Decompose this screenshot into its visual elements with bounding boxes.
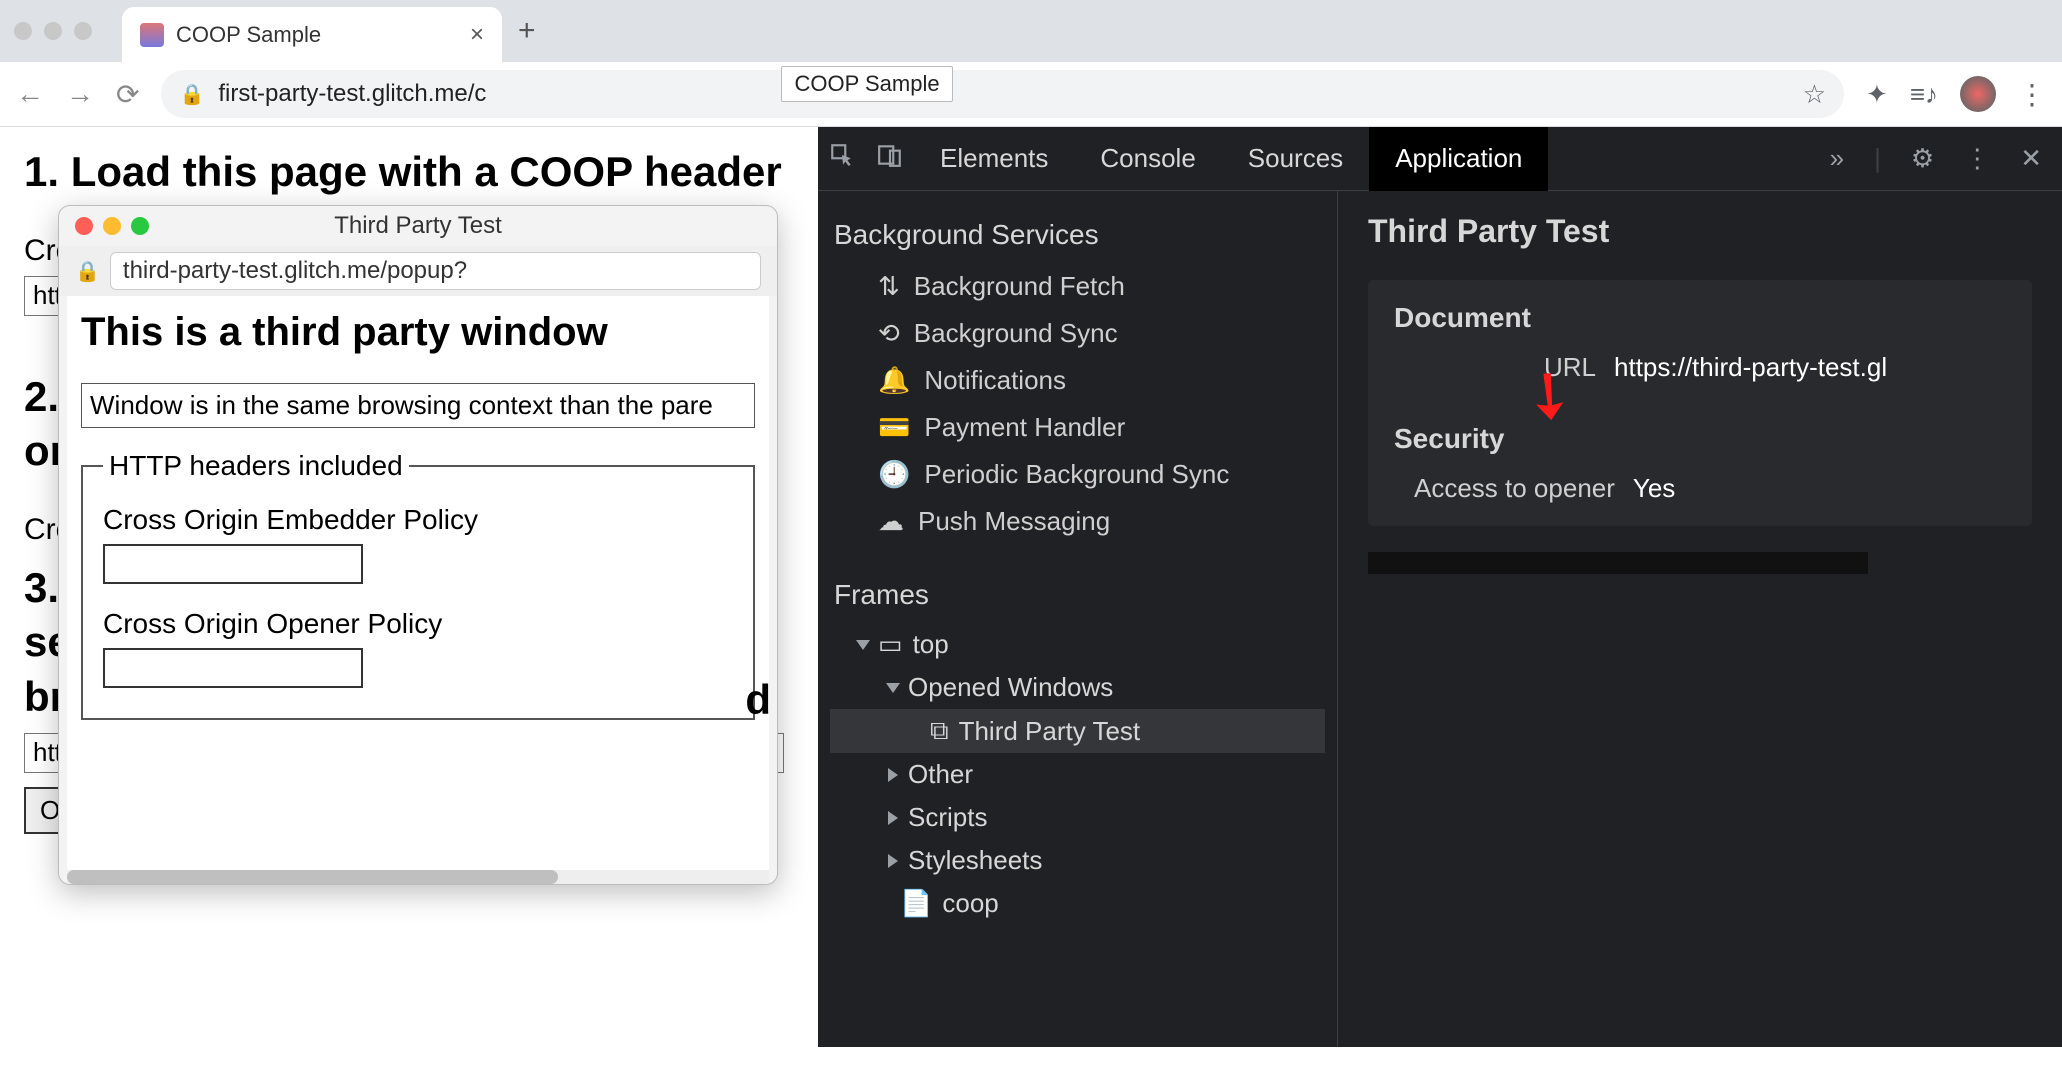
profile-avatar[interactable] (1960, 76, 1996, 112)
sidebar-item-periodic-sync[interactable]: 🕘Periodic Background Sync (830, 451, 1325, 498)
address-text: first-party-test.glitch.me/c (218, 80, 486, 108)
bell-icon: 🔔 (878, 365, 910, 396)
reading-list-icon[interactable]: ≡♪ (1910, 79, 1938, 110)
devtools-menu-icon[interactable]: ⋮ (1964, 143, 1990, 174)
coep-label: Cross Origin Embedder Policy (103, 504, 733, 536)
devtools-main: Third Party Test Document URL https://th… (1338, 191, 2062, 1047)
coop-label: Cross Origin Opener Policy (103, 608, 733, 640)
popup-status-box: Window is in the same browsing context t… (81, 383, 755, 428)
headers-fieldset: HTTP headers included Cross Origin Embed… (81, 450, 755, 720)
chevron-right-icon (888, 768, 898, 782)
page-heading-1: 1. Load this page with a COOP header (24, 145, 794, 200)
browser-tab[interactable]: COOP Sample × (122, 7, 502, 62)
favicon-icon (140, 23, 164, 47)
cloud-icon: ☁ (878, 506, 904, 537)
frame-icon: ▭ (878, 629, 903, 660)
popup-scrollbar[interactable] (67, 870, 769, 884)
sidebar-item-push-messaging[interactable]: ☁Push Messaging (830, 498, 1325, 545)
frame-coop-file[interactable]: 📄 coop (830, 882, 1325, 925)
devtools-close-icon[interactable]: ✕ (2020, 143, 2042, 174)
access-label: Access to opener (1414, 473, 1615, 504)
chevron-down-icon (856, 640, 870, 650)
back-button[interactable]: ← (16, 78, 44, 110)
sidebar-item-notifications[interactable]: 🔔Notifications (830, 357, 1325, 404)
console-drawer-stub[interactable] (1368, 552, 1868, 574)
popup-window: Third Party Test 🔒 third-party-test.glit… (58, 205, 778, 885)
clock-icon: 🕘 (878, 459, 910, 490)
chevron-down-icon (886, 683, 900, 693)
gear-icon[interactable]: ⚙ (1911, 143, 1934, 174)
popup-body: This is a third party window Window is i… (67, 296, 769, 876)
window-icon: ⧉ (930, 715, 949, 747)
url-value: https://third-party-test.gl (1614, 352, 1887, 383)
frame-title: Third Party Test (1368, 213, 2032, 250)
device-icon[interactable] (866, 142, 914, 175)
popup-heading: This is a third party window (81, 310, 755, 355)
tab-elements[interactable]: Elements (914, 127, 1074, 191)
mac-min-dot[interactable] (44, 22, 62, 40)
document-heading: Document (1394, 302, 2006, 334)
sync-icon: ⟲ (878, 318, 900, 349)
mac-close-dot[interactable] (14, 22, 32, 40)
coep-input[interactable] (103, 544, 363, 584)
tab-sources[interactable]: Sources (1222, 127, 1369, 191)
frame-opened-windows[interactable]: Opened Windows (830, 666, 1325, 709)
new-tab-button[interactable]: + (518, 14, 536, 48)
frames-heading: Frames (834, 579, 1321, 611)
file-icon: 📄 (900, 888, 932, 919)
popup-lock-icon: 🔒 (75, 259, 100, 284)
frame-scripts[interactable]: Scripts (830, 796, 1325, 839)
chevron-right-icon (888, 854, 898, 868)
address-tooltip: COOP Sample (781, 66, 952, 102)
reload-button[interactable]: ⟳ (116, 78, 139, 111)
window-controls[interactable] (14, 22, 92, 40)
fetch-icon: ⇅ (878, 271, 900, 302)
truncated-d: d (745, 676, 769, 724)
frame-other[interactable]: Other (830, 753, 1325, 796)
devtools-tabbar: Elements Console Sources Application » |… (818, 127, 2062, 191)
toolbar: ← → ⟳ 🔒 first-party-test.glitch.me/c COO… (0, 62, 2062, 127)
sidebar-item-background-sync[interactable]: ⟲Background Sync (830, 310, 1325, 357)
tab-application[interactable]: Application (1369, 127, 1548, 191)
bookmark-star-icon[interactable]: ☆ (1803, 79, 1826, 110)
frame-stylesheets[interactable]: Stylesheets (830, 839, 1325, 882)
card-icon: 💳 (878, 412, 910, 443)
access-value: Yes (1633, 473, 1675, 504)
extensions-icon[interactable]: ✦ (1866, 79, 1888, 110)
popup-titlebar[interactable]: Third Party Test (59, 206, 777, 246)
page-content: 1. Load this page with a COOP header Cro… (0, 127, 818, 1047)
browser-chrome: COOP Sample × + ← → ⟳ 🔒 first-party-test… (0, 0, 2062, 127)
lock-icon: 🔒 (179, 82, 204, 107)
tab-title: COOP Sample (176, 22, 321, 48)
frame-details-card: Document URL https://third-party-test.gl… (1368, 280, 2032, 526)
popup-url[interactable]: third-party-test.glitch.me/popup? (110, 252, 761, 290)
tab-strip: COOP Sample × + (0, 0, 2062, 62)
security-heading: Security (1394, 423, 2006, 455)
close-tab-icon[interactable]: × (470, 23, 484, 47)
headers-legend: HTTP headers included (103, 450, 409, 482)
background-services-heading: Background Services (834, 219, 1321, 251)
chevron-right-icon (888, 811, 898, 825)
devtools-sidebar: Background Services ⇅Background Fetch ⟲B… (818, 191, 1338, 1047)
sidebar-item-background-fetch[interactable]: ⇅Background Fetch (830, 263, 1325, 310)
coop-input[interactable] (103, 648, 363, 688)
frame-top[interactable]: ▭ top (830, 623, 1325, 666)
more-tabs-icon[interactable]: » (1830, 143, 1844, 174)
devtools-panel: Elements Console Sources Application » |… (818, 127, 2062, 1047)
tab-console[interactable]: Console (1074, 127, 1221, 191)
popup-address-row: 🔒 third-party-test.glitch.me/popup? (59, 246, 777, 296)
mac-max-dot[interactable] (74, 22, 92, 40)
forward-button[interactable]: → (66, 78, 94, 110)
address-bar[interactable]: 🔒 first-party-test.glitch.me/c COOP Samp… (161, 70, 1844, 118)
frame-third-party-test[interactable]: ⧉ Third Party Test (830, 709, 1325, 753)
sidebar-item-payment-handler[interactable]: 💳Payment Handler (830, 404, 1325, 451)
popup-title: Third Party Test (59, 212, 777, 240)
browser-menu-icon[interactable]: ⋮ (2018, 78, 2046, 111)
inspect-icon[interactable] (818, 142, 866, 175)
